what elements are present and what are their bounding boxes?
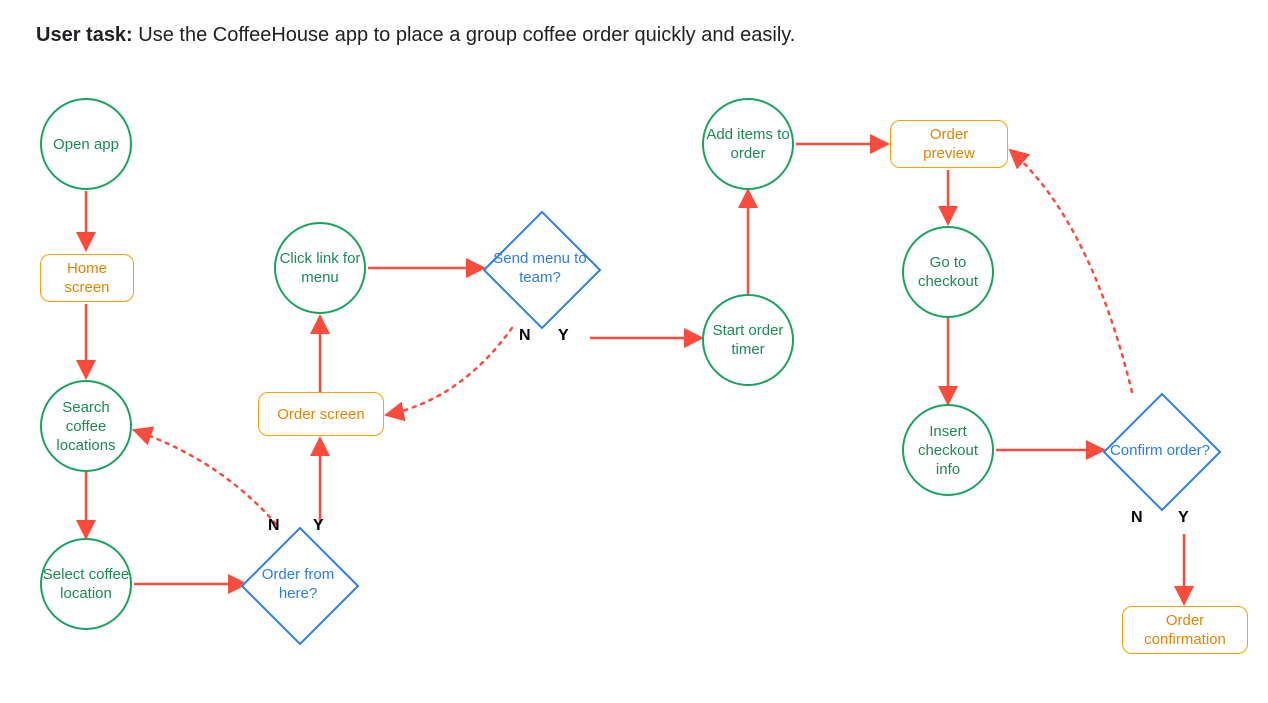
node-open-app: Open app: [40, 98, 132, 190]
node-click-link-menu: Click link for menu: [274, 222, 366, 314]
node-label: Select coffee location: [42, 565, 130, 603]
node-order-from-here: Order from here?: [243, 529, 353, 639]
node-order-preview: Order preview: [890, 120, 1008, 168]
node-label: Send menu to team?: [485, 249, 595, 287]
node-send-menu: Send menu to team?: [485, 213, 595, 323]
node-add-items: Add items to order: [702, 98, 794, 190]
flow-arrows: [0, 0, 1268, 703]
node-label: Open app: [53, 135, 119, 154]
node-order-confirmation: Order confirmation: [1122, 606, 1248, 654]
decision-yes-label: Y: [558, 327, 569, 345]
decision-no-label: N: [519, 327, 531, 345]
node-label: Go to checkout: [904, 253, 992, 291]
node-label: Click link for menu: [276, 249, 364, 287]
decision-no-label: N: [1131, 509, 1143, 527]
node-label: Search coffee locations: [42, 398, 130, 455]
node-label: Order preview: [905, 125, 993, 163]
node-start-timer: Start order timer: [702, 294, 794, 386]
node-label: Order screen: [277, 405, 365, 424]
node-label: Order from here?: [243, 565, 353, 603]
node-go-checkout: Go to checkout: [902, 226, 994, 318]
node-label: Home screen: [55, 259, 119, 297]
title-prefix: User task:: [36, 24, 133, 46]
node-search-locations: Search coffee locations: [40, 380, 132, 472]
node-select-location: Select coffee location: [40, 538, 132, 630]
node-label: Add items to order: [704, 125, 792, 163]
node-confirm-order: Confirm order?: [1105, 395, 1215, 505]
page-title: User task: Use the CoffeeHouse app to pl…: [36, 22, 795, 48]
decision-yes-label: Y: [1178, 509, 1189, 527]
node-order-screen: Order screen: [258, 392, 384, 436]
decision-no-label: N: [268, 517, 280, 535]
decision-yes-label: Y: [313, 517, 324, 535]
node-home-screen: Home screen: [40, 254, 134, 302]
node-label: Order confirmation: [1137, 611, 1233, 649]
node-insert-checkout: Insert checkout info: [902, 404, 994, 496]
node-label: Insert checkout info: [904, 422, 992, 479]
title-text: Use the CoffeeHouse app to place a group…: [133, 24, 796, 46]
node-label: Confirm order?: [1110, 441, 1210, 460]
node-label: Start order timer: [704, 321, 792, 359]
